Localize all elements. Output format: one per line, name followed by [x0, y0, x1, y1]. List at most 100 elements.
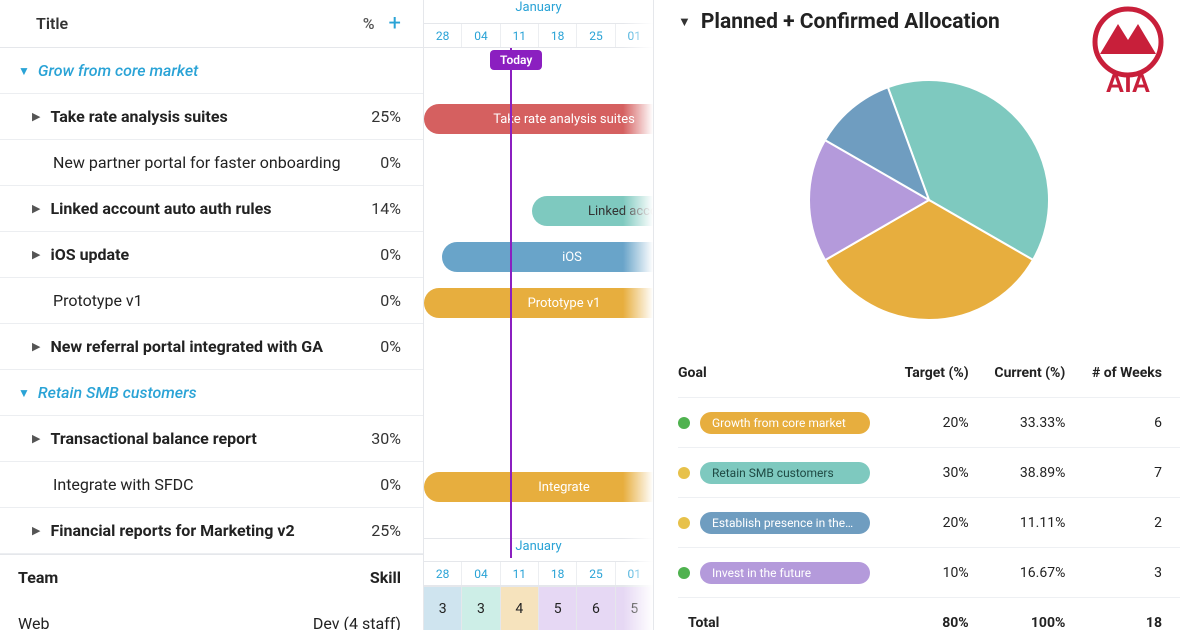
caret-right-icon: ▶ [32, 202, 40, 215]
capacity-cell[interactable]: 3 [461, 587, 499, 630]
timeline-month-header-2: January [424, 538, 653, 562]
team-col: Team [18, 568, 58, 587]
capacity-cell[interactable]: 4 [500, 587, 538, 630]
gantt-bar[interactable]: Take rate analysis suites [424, 104, 654, 134]
date-col[interactable]: 04 [461, 24, 499, 47]
task-title: Integrate with SFDC [53, 475, 194, 494]
date-col[interactable]: 28 [424, 562, 461, 585]
task-row[interactable]: ▶New referral portal integrated with GA0… [0, 324, 423, 370]
task-title: New referral portal integrated with GA [50, 337, 322, 356]
caret-right-icon: ▶ [32, 524, 40, 537]
task-row[interactable]: ▶iOS update0% [0, 232, 423, 278]
date-col[interactable]: 18 [538, 24, 576, 47]
date-col[interactable]: 28 [424, 24, 461, 47]
status-dot-icon [678, 567, 690, 579]
allocation-row[interactable]: Establish presence in the… 20% 11.11% 2 [678, 498, 1180, 548]
allocation-title: Planned + Confirmed Allocation [701, 10, 1000, 34]
task-pct: 25% [371, 107, 401, 126]
group-row[interactable]: ▼ Grow from core market [0, 48, 423, 94]
date-col[interactable]: 11 [500, 562, 538, 585]
svg-text:AIA: AIA [1106, 68, 1151, 96]
date-col[interactable]: 18 [538, 562, 576, 585]
task-pct: 0% [380, 475, 401, 494]
task-row[interactable]: ▶ Linked account auto auth rules 14% [0, 186, 423, 232]
allocation-table: Goal Target (%) Current (%) # of Weeks G… [678, 348, 1180, 630]
current-val: 16.67% [987, 565, 1084, 581]
date-col[interactable]: 11 [500, 24, 538, 47]
tree-title-col: Title [36, 14, 68, 33]
task-row[interactable]: New partner portal for faster onboarding… [0, 140, 423, 186]
timeline-panel: January 28 04 11 18 25 01 Today Take rat… [424, 0, 654, 630]
goal-pill: Invest in the future [700, 562, 870, 584]
col-goal: Goal [678, 365, 890, 381]
chevron-down-icon: ▼ [18, 386, 30, 400]
capacity-cell[interactable]: 5 [538, 587, 576, 630]
timeline-month-header: January [424, 0, 653, 24]
task-row[interactable]: ▶Financial reports for Marketing v225% [0, 508, 423, 554]
month-label: January [424, 539, 653, 561]
timeline-date-header: 28 04 11 18 25 01 [424, 24, 653, 48]
task-title: iOS update [50, 245, 129, 264]
status-dot-icon [678, 517, 690, 529]
task-title: Take rate analysis suites [50, 107, 227, 126]
task-row[interactable]: ▶ Take rate analysis suites 25% [0, 94, 423, 140]
target-val: 20% [890, 415, 987, 431]
task-title: Transactional balance report [50, 429, 256, 448]
status-dot-icon [678, 467, 690, 479]
task-pct: 0% [380, 153, 401, 172]
add-column-button[interactable]: + [389, 11, 401, 36]
capacity-cell[interactable]: 5 [615, 587, 653, 630]
allocation-row[interactable]: Retain SMB customers 30% 38.89% 7 [678, 448, 1180, 498]
month-label: January [424, 0, 653, 23]
task-tree-panel: Title % + ▼ Grow from core market ▶ Take … [0, 0, 424, 630]
weeks-val: 3 [1083, 565, 1180, 581]
tree-pct-col: % [363, 14, 375, 33]
date-col[interactable]: 01 [615, 562, 653, 585]
task-row[interactable]: ▶Transactional balance report30% [0, 416, 423, 462]
date-col[interactable]: 01 [615, 24, 653, 47]
gantt-bar[interactable]: Linked account [532, 196, 654, 226]
caret-right-icon: ▶ [32, 110, 40, 123]
group-row[interactable]: ▼ Retain SMB customers [0, 370, 423, 416]
current-val: 33.33% [987, 415, 1084, 431]
col-current: Current (%) [987, 365, 1084, 381]
task-pct: 30% [371, 429, 401, 448]
gantt-bar[interactable]: Prototype v1 [424, 288, 654, 318]
gantt-bar[interactable]: Integrate [424, 472, 654, 502]
target-val: 20% [890, 515, 987, 531]
pie-svg [799, 70, 1059, 330]
group-title: Grow from core market [38, 61, 198, 80]
weeks-val: 7 [1083, 465, 1180, 481]
allocation-header-row: Goal Target (%) Current (%) # of Weeks [678, 348, 1180, 398]
capacity-row: 3 3 4 5 6 5 [424, 586, 653, 630]
goal-pill: Growth from core market [700, 412, 870, 434]
chevron-down-icon: ▼ [678, 14, 691, 30]
allocation-row[interactable]: Invest in the future 10% 16.67% 3 [678, 548, 1180, 598]
task-row[interactable]: Prototype v10% [0, 278, 423, 324]
date-col[interactable]: 25 [576, 562, 614, 585]
team-row[interactable]: Web Dev (4 staff) [0, 600, 423, 630]
team-name: Web [18, 614, 49, 630]
gantt-area[interactable]: Today Take rate analysis suites Linked a… [424, 48, 653, 558]
date-col[interactable]: 04 [461, 562, 499, 585]
total-weeks: 18 [1083, 615, 1180, 630]
capacity-cell[interactable]: 6 [576, 587, 614, 630]
task-pct: 0% [380, 245, 401, 264]
target-val: 10% [890, 565, 987, 581]
status-dot-icon [678, 417, 690, 429]
allocation-total-row: Total 80% 100% 18 [678, 598, 1180, 630]
tree-header: Title % + [0, 0, 423, 48]
date-col[interactable]: 25 [576, 24, 614, 47]
task-row[interactable]: Integrate with SFDC 0% [0, 462, 423, 508]
task-title: Prototype v1 [53, 291, 143, 310]
task-title: Linked account auto auth rules [50, 199, 271, 218]
gantt-bar[interactable]: iOS [442, 242, 654, 272]
current-val: 11.11% [987, 515, 1084, 531]
task-pct: 14% [371, 199, 401, 218]
current-val: 38.89% [987, 465, 1084, 481]
allocation-row[interactable]: Growth from core market 20% 33.33% 6 [678, 398, 1180, 448]
task-title: Financial reports for Marketing v2 [50, 521, 294, 540]
aia-logo-icon: AIA [1078, 6, 1178, 100]
capacity-cell[interactable]: 3 [424, 587, 461, 630]
team-header: Team Skill [0, 554, 423, 600]
